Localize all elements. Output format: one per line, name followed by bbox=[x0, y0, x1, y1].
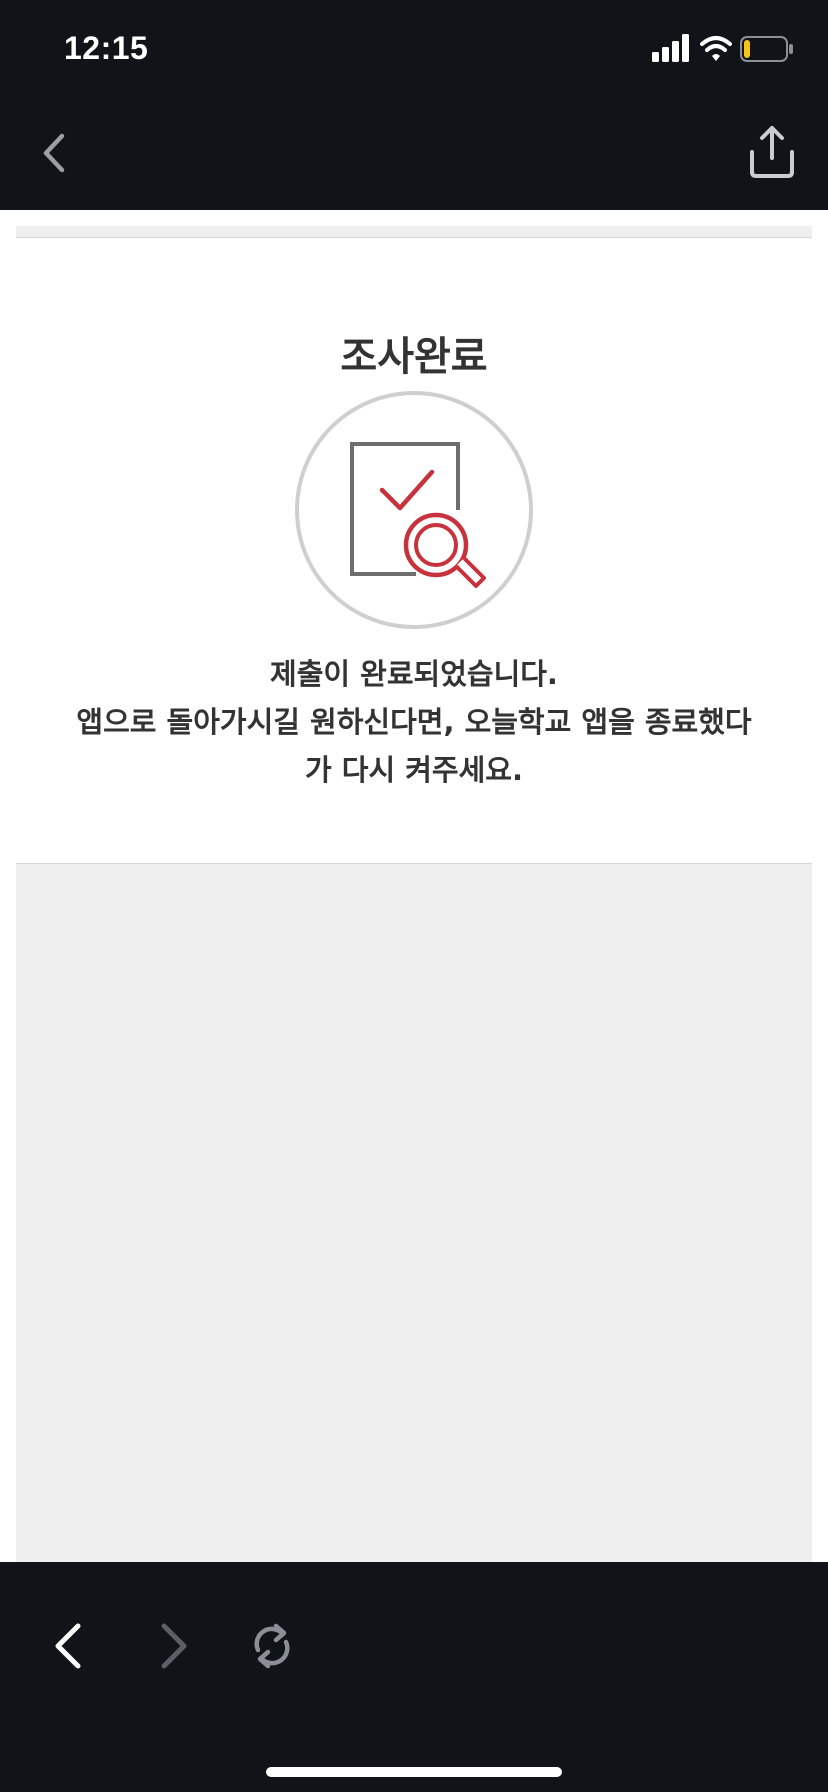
wifi-icon bbox=[700, 36, 732, 61]
battery-icon bbox=[740, 36, 793, 62]
document-check-magnifier-icon bbox=[295, 391, 533, 629]
web-content: 조사완료 제출이 완료되었습니다. 앱으로 돌아가시길 원하신다면, 오늘학교 … bbox=[0, 210, 828, 1562]
chevron-right-icon[interactable] bbox=[154, 1618, 194, 1674]
home-indicator[interactable] bbox=[266, 1767, 562, 1777]
browser-bottom-toolbar bbox=[0, 1562, 828, 1792]
status-time: 12:15 bbox=[64, 30, 149, 66]
message-line: 제출이 완료되었습니다. bbox=[270, 657, 558, 691]
completion-message: 제출이 완료되었습니다. 앱으로 돌아가시길 원하신다면, 오늘학교 앱을 종료… bbox=[16, 650, 812, 794]
top-navigation-bar bbox=[0, 100, 828, 210]
message-line: 앱으로 돌아가시길 원하신다면, 오늘학교 앱을 종료했다 bbox=[76, 705, 752, 739]
chevron-left-icon[interactable] bbox=[36, 128, 76, 178]
status-bar: 12:15 bbox=[0, 0, 828, 100]
chevron-left-icon[interactable] bbox=[48, 1618, 88, 1674]
message-line: 가 다시 켜주세요. bbox=[305, 753, 523, 787]
refresh-icon[interactable] bbox=[248, 1620, 296, 1672]
battery-level-fill bbox=[744, 40, 750, 58]
share-upload-icon[interactable] bbox=[746, 122, 798, 180]
empty-content-area bbox=[16, 864, 812, 1562]
page-title: 조사완료 bbox=[340, 334, 488, 380]
cellular-signal-icon bbox=[652, 34, 689, 62]
content-top-strip bbox=[16, 226, 812, 238]
completion-card: 조사완료 제출이 완료되었습니다. 앱으로 돌아가시길 원하신다면, 오늘학교 … bbox=[16, 238, 812, 864]
